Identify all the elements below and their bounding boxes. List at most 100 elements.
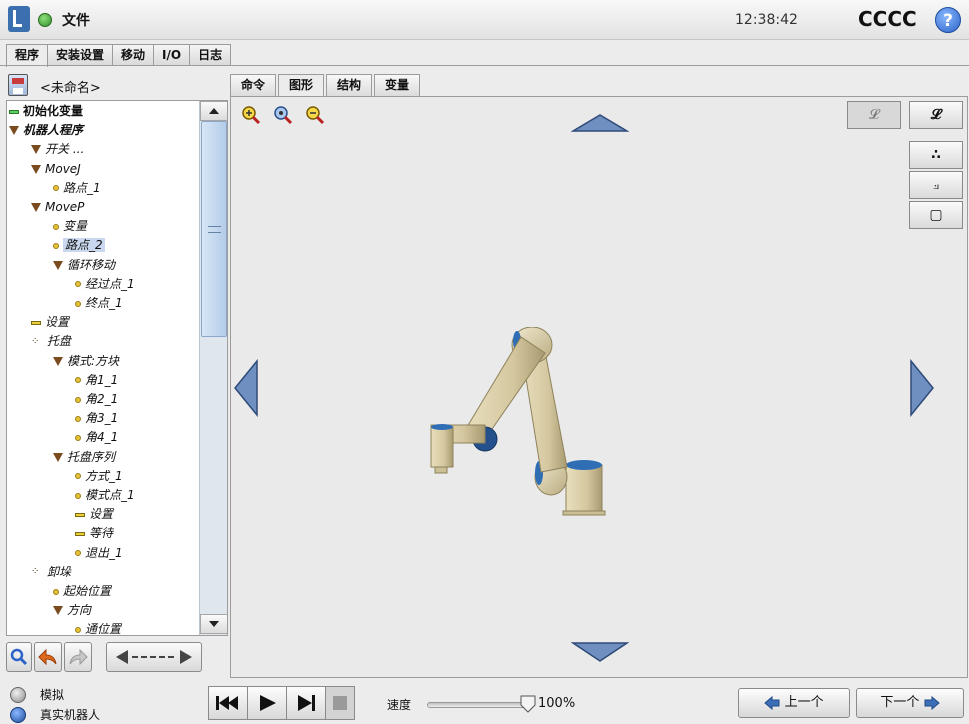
- view-path-dim-button[interactable]: 𝓛: [847, 101, 901, 129]
- waypoint-icon: [53, 185, 59, 192]
- tree-node[interactable]: 方式_1: [75, 467, 123, 486]
- tree-node-label: 模式:方块: [67, 353, 120, 368]
- rotate-left-icon[interactable]: [233, 359, 259, 417]
- tree-node[interactable]: 退出_1: [75, 544, 123, 563]
- expand-triangle-icon: [53, 356, 63, 366]
- tree-node-label: 初始化变量: [23, 104, 84, 118]
- tree-node[interactable]: 角2_1: [75, 390, 118, 409]
- redo-icon: [69, 648, 88, 666]
- tree-node-label: 起始位置: [63, 584, 112, 598]
- undo-button[interactable]: [34, 642, 62, 672]
- tree-node-label: 角2_1: [85, 392, 119, 406]
- tree-node[interactable]: MoveJ: [31, 160, 81, 179]
- tree-node[interactable]: 角4_1: [75, 428, 118, 447]
- show-trajectory-button[interactable]: ⟓: [909, 171, 963, 199]
- command-bar-icon: [75, 512, 85, 517]
- view-path-button[interactable]: 𝓛: [909, 101, 963, 129]
- tree-node[interactable]: 等待: [75, 524, 113, 543]
- scroll-up-icon[interactable]: [200, 101, 227, 121]
- rotate-right-icon[interactable]: [909, 359, 935, 417]
- zoom-out-icon[interactable]: [305, 105, 325, 125]
- tree-node[interactable]: 开关 ...: [31, 140, 84, 159]
- save-icon[interactable]: [8, 74, 28, 96]
- tree-node[interactable]: 设置: [31, 313, 69, 332]
- tab-structure[interactable]: 结构: [326, 74, 373, 96]
- tree-node[interactable]: 设置: [75, 505, 113, 524]
- file-menu[interactable]: 文件: [62, 10, 90, 30]
- previous-button[interactable]: 上一个: [738, 688, 850, 718]
- main-tabs: 程序 安装设置 移动 I/O 日志: [6, 44, 232, 67]
- tree-node[interactable]: 通位置: [75, 620, 121, 635]
- trajectory-icon: ⟓: [932, 177, 940, 193]
- tree-node[interactable]: 终点_1: [75, 294, 123, 313]
- tree-node[interactable]: 角3_1: [75, 409, 118, 428]
- pallet-icon: ⁘: [31, 335, 40, 347]
- ur-logo-icon: [8, 6, 30, 32]
- speed-slider-track[interactable]: [427, 702, 531, 708]
- scroll-down-icon[interactable]: [200, 614, 227, 634]
- zoom-reset-icon[interactable]: [273, 105, 293, 125]
- tree-node[interactable]: 经过点_1: [75, 275, 135, 294]
- tree-node[interactable]: 机器人程序: [9, 121, 83, 140]
- rotate-down-icon[interactable]: [571, 641, 629, 663]
- sub-tabs: 命令 图形 结构 变量: [230, 74, 422, 96]
- expand-triangle-icon: [31, 145, 41, 155]
- tree-node[interactable]: ⁘ 卸垛: [31, 563, 71, 582]
- simulation-radio-icon[interactable]: [10, 687, 26, 703]
- tree-node[interactable]: 方向: [53, 601, 91, 620]
- zoom-in-icon[interactable]: [241, 105, 261, 125]
- next-button[interactable]: 下一个: [856, 688, 964, 718]
- tree-node-label: MoveJ: [45, 161, 81, 176]
- play-button[interactable]: [247, 686, 287, 720]
- move-node-button[interactable]: [106, 642, 202, 672]
- tree-node[interactable]: 托盘序列: [53, 448, 115, 467]
- tree-node[interactable]: 初始化变量: [9, 102, 83, 121]
- rotate-up-icon[interactable]: [571, 113, 629, 133]
- graphics-viewport[interactable]: 𝓛 𝓛 ∴ ⟓ ▢: [230, 96, 968, 678]
- search-button[interactable]: [6, 642, 32, 672]
- tree-node[interactable]: MoveP: [31, 198, 84, 217]
- tab-variables[interactable]: 变量: [374, 74, 421, 96]
- waypoint-icon: [75, 300, 81, 307]
- tree-node[interactable]: ⁘ 托盘: [31, 332, 71, 351]
- waypoint-icon: [53, 223, 59, 230]
- help-button[interactable]: ?: [935, 7, 961, 33]
- tree-node[interactable]: 起始位置: [53, 582, 111, 601]
- tab-move[interactable]: 移动: [112, 44, 155, 66]
- tree-node[interactable]: 变量: [53, 217, 87, 236]
- tree-node-label: 设置: [45, 315, 70, 330]
- redo-button[interactable]: [64, 642, 92, 672]
- step-icon: [298, 695, 315, 711]
- tree-node[interactable]: 角1_1: [75, 371, 118, 390]
- tab-log[interactable]: 日志: [189, 44, 232, 66]
- command-bar-icon: [31, 320, 41, 325]
- real-robot-radio-icon[interactable]: [10, 707, 26, 723]
- waypoint-icon: [75, 281, 81, 288]
- expand-triangle-icon: [53, 606, 63, 616]
- step-button[interactable]: [286, 686, 326, 720]
- tree-node-label: 路点_2: [63, 238, 105, 253]
- stop-button[interactable]: [325, 686, 355, 720]
- tree-node[interactable]: 路点_1: [53, 179, 101, 198]
- rewind-button[interactable]: [208, 686, 248, 720]
- tree-node-label: 终点_1: [85, 296, 123, 310]
- tab-graphics[interactable]: 图形: [278, 74, 325, 96]
- tab-io[interactable]: I/O: [153, 44, 191, 66]
- tree-node[interactable]: 模式:方块: [53, 352, 119, 371]
- scroll-thumb[interactable]: [201, 121, 227, 337]
- tab-program[interactable]: 程序: [6, 44, 49, 67]
- tree-node[interactable]: 循环移动: [53, 256, 115, 275]
- show-points-button[interactable]: ∴: [909, 141, 963, 169]
- path-view-icon: 𝓛: [868, 107, 880, 123]
- tree-node[interactable]: 模式点_1: [75, 486, 135, 505]
- tab-installation[interactable]: 安装设置: [47, 44, 114, 66]
- show-box-button[interactable]: ▢: [909, 201, 963, 229]
- tree-node[interactable]: 路点_2: [53, 236, 105, 255]
- speed-slider-knob[interactable]: [520, 695, 536, 713]
- clock: 12:38:42: [735, 12, 798, 28]
- move-left-right-icon: [116, 650, 192, 664]
- tab-command[interactable]: 命令: [230, 74, 277, 96]
- tree-scrollbar[interactable]: [199, 101, 227, 635]
- expand-triangle-icon: [9, 126, 19, 136]
- title-bar: 文件 12:38:42 CCCC ?: [0, 0, 969, 40]
